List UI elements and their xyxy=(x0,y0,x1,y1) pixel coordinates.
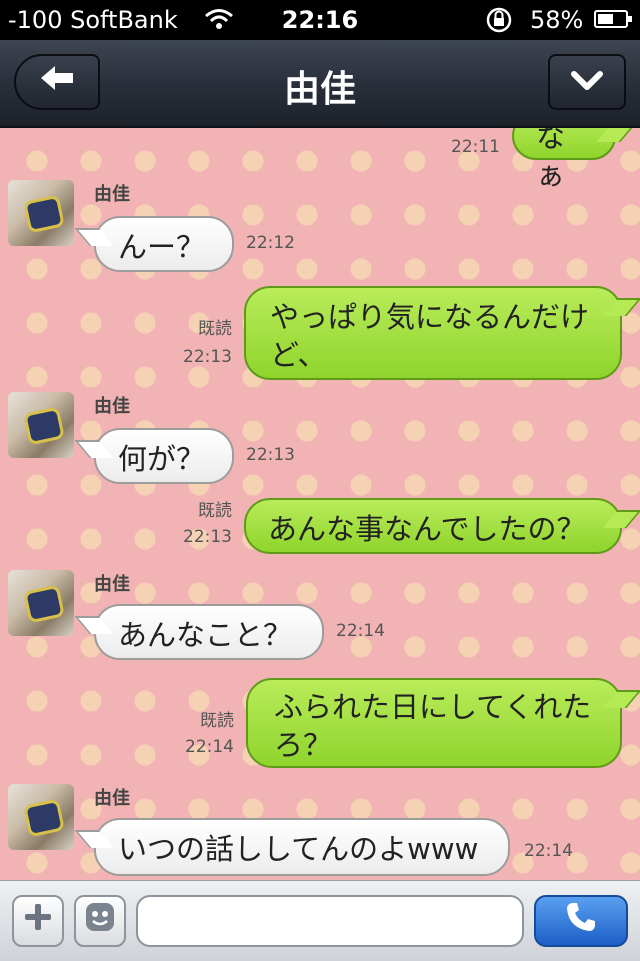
avatar[interactable] xyxy=(8,570,74,636)
chat-area[interactable]: 22:11 なぁ 由佳 んー？ 22:12 既読 22:13 やっぱり気になるん… xyxy=(0,128,640,880)
message-time: 22:14 xyxy=(524,841,573,861)
emoji-icon xyxy=(84,901,116,941)
input-bar xyxy=(0,880,640,961)
sticker-button[interactable] xyxy=(74,895,126,947)
message-time: 22:12 xyxy=(246,233,295,253)
battery-nub xyxy=(628,16,632,22)
sender-name: 由佳 xyxy=(94,396,130,417)
avatar[interactable] xyxy=(8,180,74,246)
read-receipt: 既読 xyxy=(200,711,234,731)
avatar-image xyxy=(23,406,65,446)
avatar-image xyxy=(23,194,65,234)
message-time: 22:11 xyxy=(451,137,500,157)
avatar[interactable] xyxy=(8,784,74,850)
avatar-image xyxy=(23,584,65,624)
message-time: 22:13 xyxy=(183,347,232,367)
battery-percent: 58% xyxy=(530,6,584,34)
message-time: 22:13 xyxy=(183,527,232,547)
message-bubble-outgoing[interactable]: なぁ xyxy=(512,128,616,192)
nav-bar: 由佳 xyxy=(0,40,640,128)
menu-button[interactable] xyxy=(548,54,626,110)
avatar[interactable] xyxy=(8,392,74,458)
message-bubble-outgoing[interactable]: ふられた日にしてくれたろ？ xyxy=(246,678,622,768)
message-bubble-incoming[interactable]: いつの話ししてんのよwww xyxy=(94,818,510,876)
page-title: 由佳 xyxy=(283,69,356,110)
message-bubble-incoming[interactable]: んー？ xyxy=(94,216,234,272)
message-bubble-outgoing[interactable]: あんな事なんでしたの？ xyxy=(244,498,622,554)
add-button[interactable] xyxy=(12,895,64,947)
phone-icon xyxy=(564,900,598,942)
battery-icon xyxy=(594,10,632,28)
read-receipt: 既読 xyxy=(198,501,232,521)
message-bubble-incoming[interactable]: 何が？ xyxy=(94,428,234,484)
message-input[interactable] xyxy=(136,895,524,947)
call-button[interactable] xyxy=(534,895,628,947)
chevron-down-icon xyxy=(570,65,604,100)
sender-name: 由佳 xyxy=(94,574,130,595)
read-receipt: 既読 xyxy=(198,319,232,339)
battery-fill xyxy=(598,14,613,24)
message-time: 22:13 xyxy=(246,445,295,465)
message-bubble-incoming[interactable]: あんなこと？ xyxy=(94,604,324,660)
message-time: 22:14 xyxy=(185,737,234,757)
message-bubble-outgoing[interactable]: やっぱり気になるんだけど、 xyxy=(244,286,622,380)
avatar-image xyxy=(23,798,65,838)
status-bar: -100 SoftBank 22:16 58% xyxy=(0,0,640,40)
orientation-lock-icon xyxy=(484,6,514,40)
sender-name: 由佳 xyxy=(94,788,130,809)
sender-name: 由佳 xyxy=(94,184,130,205)
plus-icon xyxy=(23,902,53,940)
message-time: 22:14 xyxy=(336,621,385,641)
